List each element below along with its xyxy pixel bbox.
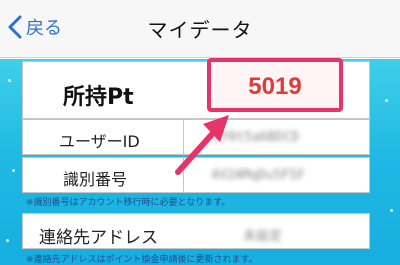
pointer-arrow-icon (175, 115, 229, 175)
